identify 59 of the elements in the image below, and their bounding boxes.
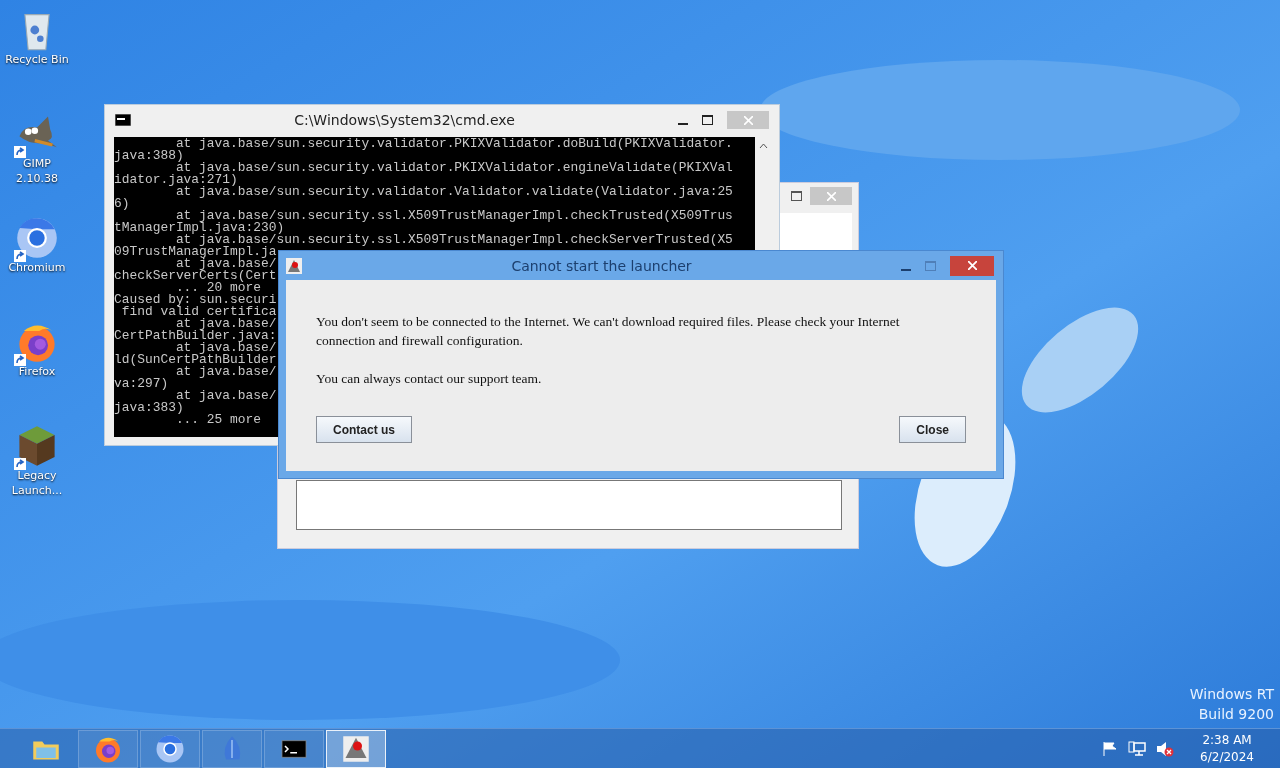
console-line: at java.base/sun.security.ssl.X509TrustManagerImpl.checkTrusted(X509Trus (175, 210, 733, 222)
console-line: java:388) (114, 150, 184, 162)
dialog-title: Cannot start the launcher (510, 257, 693, 274)
close-icon (826, 191, 836, 201)
clock[interactable]: 2:38 AM 6/2/2024 (1200, 732, 1254, 766)
console-line: va:297) (114, 378, 169, 390)
scroll-up-icon[interactable] (758, 143, 768, 149)
console-line: at java.base/ (175, 318, 277, 330)
window-title: C:\Windows\System32\cmd.exe (293, 112, 516, 128)
desktop-icon-label[interactable]: Recycle Bin (2, 52, 72, 67)
flag-icon[interactable] (1102, 741, 1119, 757)
chromium-icon (155, 734, 185, 764)
muted-speaker-icon[interactable] (1156, 741, 1175, 757)
console-line: at java.base/sun.security.validator.Validator.validate(Validator.java:25 (175, 186, 733, 198)
console-line: Caused by: sun.securi (114, 294, 277, 306)
maximize-icon[interactable] (791, 191, 802, 201)
taskbar-button[interactable] (326, 730, 386, 768)
clock-date: 6/2/2024 (1200, 749, 1254, 766)
clock-time: 2:38 AM (1202, 732, 1252, 749)
console-line: ... 20 more (175, 282, 261, 294)
console-line: 09TrustManagerImpl.ja (114, 246, 277, 258)
console-icon (115, 114, 131, 126)
console-line: at java.base/ (175, 258, 277, 270)
desktop-icon-label[interactable]: GIMP 2.10.38 (2, 156, 72, 186)
taskbar-button[interactable] (264, 730, 324, 768)
java-app-icon (286, 257, 302, 274)
maximize-icon[interactable] (702, 115, 713, 125)
console-line: find valid certifica (120, 306, 277, 318)
error-message: You don't seem to be connected to the Internet. We can't download required files. Please check your Internet connection and firewall configuration. (316, 313, 901, 350)
console-line: CertPathBuilder.java: (114, 330, 277, 342)
console-line: at java.base/ (175, 390, 277, 402)
console-line: java:383) (114, 402, 184, 414)
console-line: idator.java:271) (114, 174, 238, 186)
edition-watermark: Build 9200 (1197, 705, 1274, 724)
console-line: 6) (114, 198, 130, 210)
close-button[interactable]: Close (899, 416, 966, 443)
console-line: at java.base/sun.security.validator.PKIXValidator.engineValidate(PKIXVal (175, 162, 733, 174)
console-line: ld(SunCertPathBuilder (114, 354, 277, 366)
edition-watermark: Windows RT (1189, 685, 1274, 704)
console-line: at java.base/sun.security.ssl.X509TrustManagerImpl.checkServerTrusted(X5 (175, 234, 733, 246)
input-field[interactable] (296, 480, 842, 530)
close-button[interactable] (950, 255, 994, 276)
console-line: ... 25 more (175, 414, 261, 426)
chromium-icon (15, 216, 59, 260)
desktop-icon-label[interactable]: Legacy Launch... (2, 468, 72, 498)
close-icon (967, 261, 977, 270)
console-line: tManagerImpl.java:230) (114, 222, 285, 234)
java-app-icon (341, 734, 371, 764)
contact-button[interactable]: Contact us (316, 416, 412, 443)
support-note: You can always contact our support team. (316, 370, 543, 388)
console-line: at java.base/sun.security.validator.PKIXValidator.doBuild(PKIXValidator. (175, 138, 733, 150)
console-line: at java.base/ (175, 366, 277, 378)
taskbar-button[interactable] (140, 730, 200, 768)
desktop-icon-label[interactable]: Firefox (2, 364, 72, 379)
console-line: at java.base/ (175, 342, 277, 354)
network-icon[interactable] (1128, 741, 1147, 757)
console-line: checkServerCerts(Cert (114, 270, 277, 282)
desktop-icon-label[interactable]: Chromium (2, 260, 72, 275)
close-icon (743, 115, 753, 125)
